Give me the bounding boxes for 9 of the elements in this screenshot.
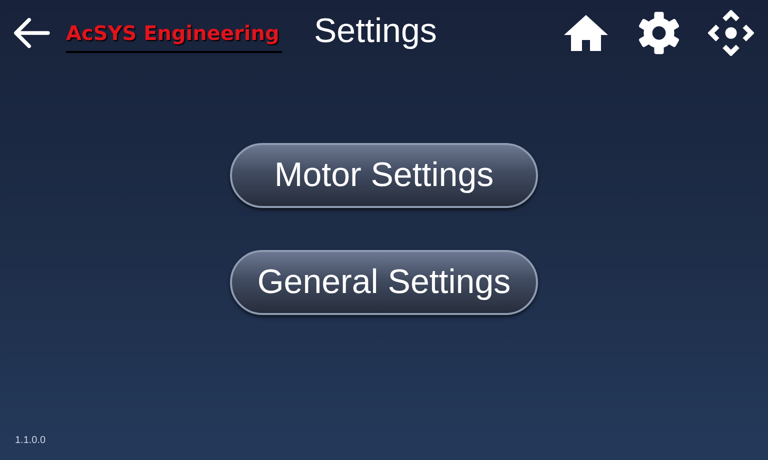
move-icon[interactable] [708,10,754,56]
home-icon[interactable] [562,13,610,53]
back-arrow-icon[interactable] [12,17,50,49]
page-title: Settings [314,12,437,50]
logo-text: AcSYS Engineering [66,20,280,46]
settings-icon[interactable] [636,10,682,56]
menu-button[interactable]: Motor Settings [230,143,538,208]
version-label: 1.1.0.0 [15,435,46,446]
menu-button[interactable]: General Settings [230,250,538,315]
